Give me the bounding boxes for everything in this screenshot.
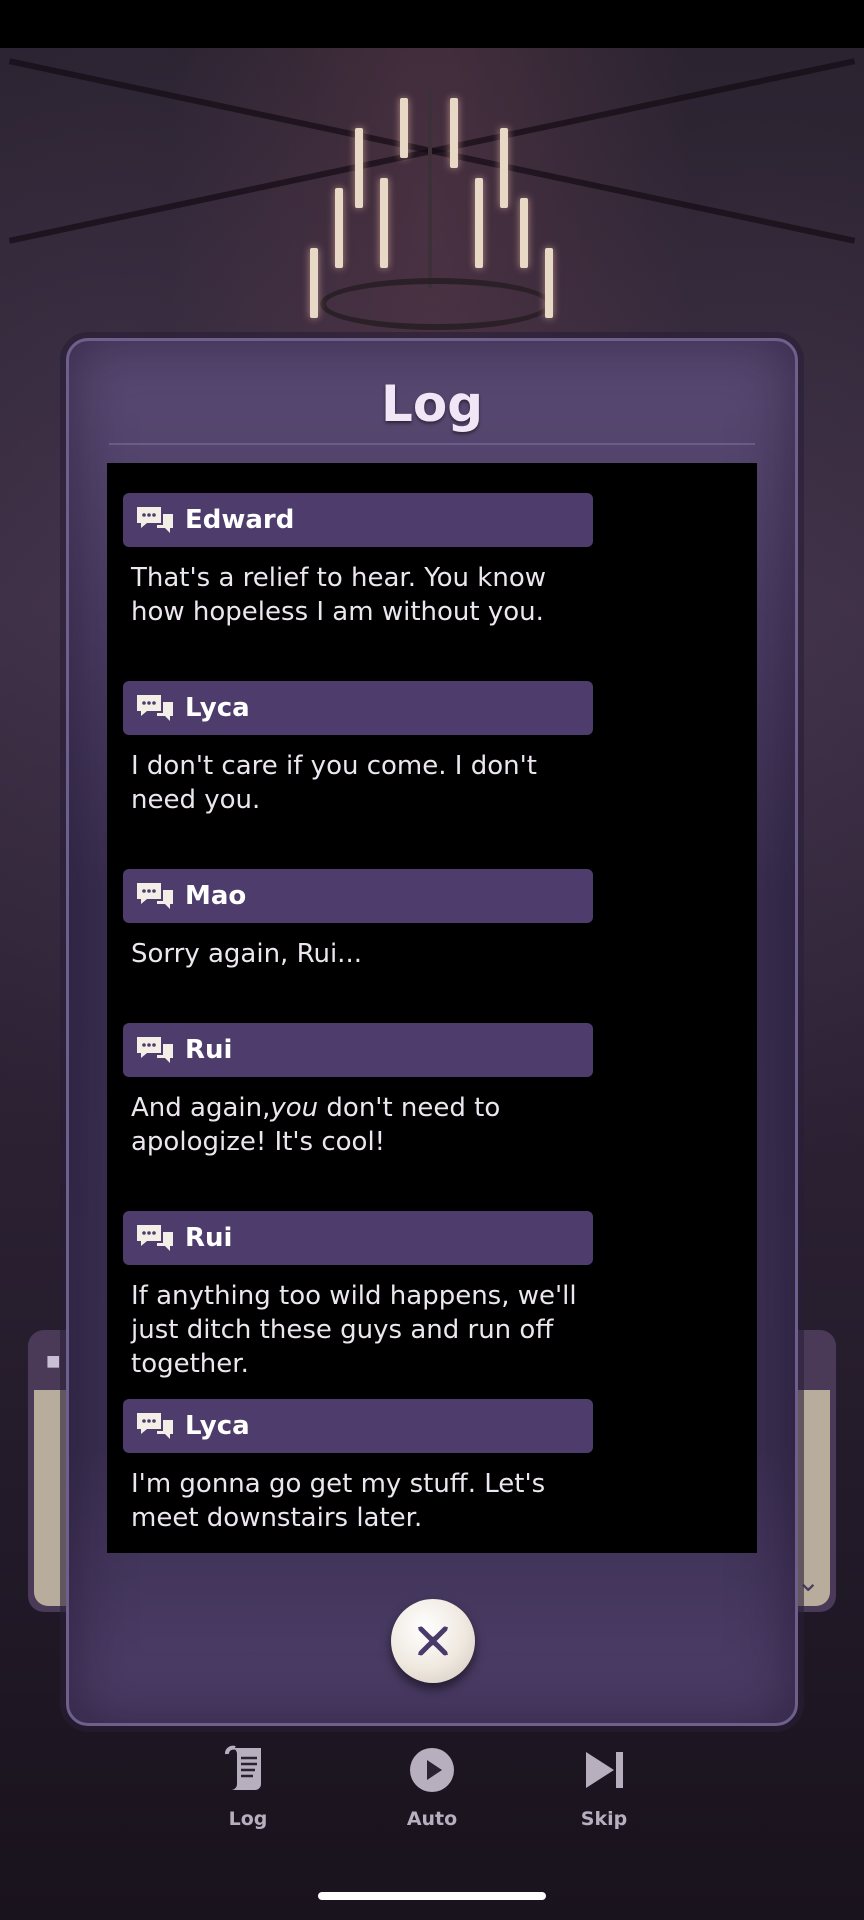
chevron-down-icon: ⌄: [796, 1566, 820, 1597]
speech-bubbles-icon: [135, 692, 177, 724]
speaker-name: Rui: [185, 1223, 233, 1253]
speaker-name: Lyca: [185, 1411, 250, 1441]
speech-bubbles-icon: [135, 504, 177, 536]
speaker-name: Lyca: [185, 693, 250, 723]
speaker-name: Edward: [185, 505, 295, 535]
speaker-bar: Rui: [123, 1023, 593, 1077]
title-divider: [109, 443, 755, 445]
speaker-bar: Lyca: [123, 1399, 593, 1453]
speaker-bar: Mao: [123, 869, 593, 923]
play-icon: [382, 1742, 482, 1798]
speaker-name: Mao: [185, 881, 247, 911]
dialogue-line: I'm gonna go get my stuff. Let's meet do…: [131, 1469, 546, 1533]
skip-button[interactable]: Skip: [554, 1742, 654, 1830]
home-indicator[interactable]: [318, 1892, 546, 1900]
dialogue-line: That's a relief to hear. You know how ho…: [131, 563, 547, 627]
log-entry: Edward That's a relief to hear. You know…: [123, 493, 747, 629]
dialogue-line: If anything too wild happens, we'll just…: [131, 1281, 577, 1379]
speech-bubbles-icon: [135, 880, 177, 912]
speech-bubbles-icon: [135, 1222, 177, 1254]
speaker-name: Rui: [185, 1035, 233, 1065]
scroll-icon: [198, 1742, 298, 1798]
speech-bubbles-icon: [135, 1034, 177, 1066]
dialogue-line: And again,you don't need to apologize! I…: [131, 1093, 501, 1157]
log-entry: Mao Sorry again, Rui...: [123, 869, 747, 971]
dialogue-line: Sorry again, Rui...: [131, 939, 362, 969]
log-panel: Log Edward That's a relief to hear. You …: [66, 338, 798, 1726]
close-icon: [418, 1626, 448, 1656]
log-button[interactable]: Log: [198, 1742, 298, 1830]
speaker-bar: Lyca: [123, 681, 593, 735]
speaker-bar: Rui: [123, 1211, 593, 1265]
auto-label: Auto: [406, 1808, 458, 1830]
log-title: Log: [380, 375, 483, 433]
skip-label: Skip: [580, 1808, 628, 1830]
chandelier-image: [300, 88, 560, 348]
log-entry: Rui If anything too wild happens, we'll …: [123, 1211, 747, 1381]
log-label: Log: [228, 1808, 268, 1830]
log-entry: Rui And again,you don't need to apologiz…: [123, 1023, 747, 1159]
speaker-bar: Edward: [123, 493, 593, 547]
auto-button[interactable]: Auto: [382, 1742, 482, 1830]
speech-bubbles-icon: [135, 1410, 177, 1442]
log-entry: Lyca I don't care if you come. I don't n…: [123, 681, 747, 817]
skip-icon: [554, 1742, 654, 1798]
status-bar: [0, 0, 864, 48]
log-list[interactable]: Edward That's a relief to hear. You know…: [107, 463, 757, 1553]
log-entry: Lyca I'm gonna go get my stuff. Let's me…: [123, 1399, 747, 1535]
close-button[interactable]: [391, 1599, 475, 1683]
dialogue-line: I don't care if you come. I don't need y…: [131, 751, 537, 815]
